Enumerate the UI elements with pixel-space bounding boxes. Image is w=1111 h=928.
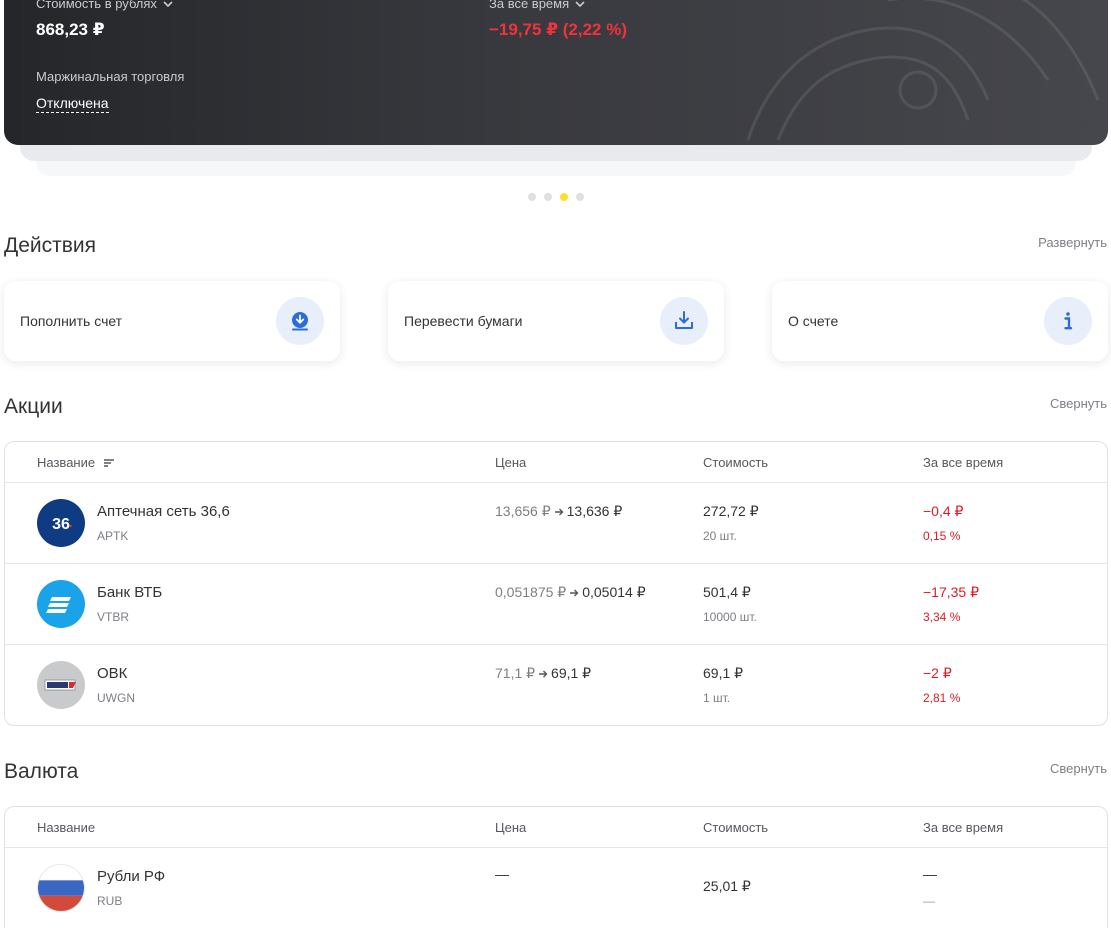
table-row[interactable]: Рубли РФ RUB — 25,01 ₽ — — xyxy=(5,848,1107,928)
account-info-button[interactable]: О счете xyxy=(772,281,1108,361)
alltime-change: −0,4 ₽ xyxy=(923,503,964,519)
margin-status-link[interactable]: Отключена xyxy=(36,95,109,113)
russia-flag-icon xyxy=(37,864,85,912)
position-cost: 501,4 ₽ xyxy=(703,584,751,600)
cost-label[interactable]: Стоимость в рублях xyxy=(36,0,173,11)
tray-download-icon xyxy=(660,297,708,345)
alltime-label[interactable]: За все время xyxy=(489,0,585,11)
price-old: 71,1 ₽ xyxy=(495,665,536,681)
ovk-logo xyxy=(37,661,85,709)
stocks-title: Акции xyxy=(4,395,63,418)
column-header-name: Название xyxy=(37,455,96,470)
column-header-alltime[interactable]: За все время xyxy=(923,455,1003,470)
info-icon xyxy=(1044,297,1092,345)
portfolio-summary-card[interactable]: Стоимость в рублях 868,23 ₽ За все время… xyxy=(4,0,1108,145)
alltime-value: −19,75 ₽ (2,22 %) xyxy=(489,20,627,39)
carousel-pager xyxy=(528,193,584,201)
margin-label: Маржинальная торговля xyxy=(36,69,185,84)
arrow-right-icon xyxy=(554,508,564,515)
sort-icon xyxy=(104,458,115,467)
alltime-label-text: За все время xyxy=(489,0,570,11)
price-new: 0,05014 ₽ xyxy=(582,584,646,600)
price-change: 71,1 ₽ 69,1 ₽ xyxy=(495,665,591,682)
column-header-cost[interactable]: Стоимость xyxy=(703,820,768,835)
pager-dot[interactable] xyxy=(528,193,536,201)
security-name: Банк ВТБ xyxy=(97,584,163,601)
download-circle-icon xyxy=(276,297,324,345)
chevron-down-icon xyxy=(163,0,173,7)
top-up-account-button[interactable]: Пополнить счет xyxy=(4,281,340,361)
currency-table: Название Цена Стоимость За все время Руб… xyxy=(4,806,1108,928)
vtb-logo xyxy=(37,580,85,628)
action-label: Пополнить счет xyxy=(20,313,123,329)
alltime-change-percent: 2,81 % xyxy=(923,691,961,705)
alltime-change: −17,35 ₽ xyxy=(923,584,980,600)
alltime-change-percent: 3,34 % xyxy=(923,610,961,624)
position-quantity: 10000 шт. xyxy=(703,610,757,624)
column-header-price[interactable]: Цена xyxy=(495,455,526,470)
position-cost: 272,72 ₽ xyxy=(703,503,759,519)
stocks-table: Название Цена Стоимость За все время 36 … xyxy=(4,441,1108,726)
table-header: Название Цена Стоимость За все время xyxy=(5,807,1107,848)
column-header-name[interactable]: Название xyxy=(37,820,95,835)
price-new: 69,1 ₽ xyxy=(551,665,592,681)
position-cost: 25,01 ₽ xyxy=(703,878,751,894)
action-label: Перевести бумаги xyxy=(404,313,523,329)
price-old: 0,051875 ₽ xyxy=(495,584,567,600)
price-new: 13,636 ₽ xyxy=(566,503,623,519)
security-name: Аптечная сеть 36,6 xyxy=(97,503,230,520)
security-ticker: VTBR xyxy=(97,610,130,624)
actions-title: Действия xyxy=(4,234,97,257)
cost-label-text: Стоимость в рублях xyxy=(36,0,157,11)
price-change: 13,656 ₽ 13,636 ₽ xyxy=(495,503,622,520)
security-name: Рубли РФ xyxy=(97,868,166,885)
table-row[interactable]: ОВК UWGN 71,1 ₽ 69,1 ₽ 69,1 ₽ 1 шт. −2 ₽… xyxy=(5,645,1107,725)
security-ticker: UWGN xyxy=(97,691,135,705)
table-row[interactable]: 36 Аптечная сеть 36,6 APTK 13,656 ₽ 13,6… xyxy=(5,483,1107,564)
svg-text:36: 36 xyxy=(52,516,70,533)
transfer-securities-button[interactable]: Перевести бумаги xyxy=(388,281,724,361)
pager-dot-active[interactable] xyxy=(560,193,568,201)
position-quantity: 1 шт. xyxy=(703,691,731,705)
security-ticker: RUB xyxy=(97,894,123,908)
action-label: О счете xyxy=(788,313,839,329)
column-header-cost[interactable]: Стоимость xyxy=(703,455,768,470)
pharmacy-36-6-logo: 36 xyxy=(37,499,85,547)
price-old: 13,656 ₽ xyxy=(495,503,551,519)
security-ticker: APTK xyxy=(97,529,129,543)
alltime-change: −2 ₽ xyxy=(923,665,952,681)
alltime-change-percent: — xyxy=(923,894,935,908)
table-header: Название Цена Стоимость За все время xyxy=(5,442,1107,483)
column-name-sort[interactable]: Название xyxy=(37,455,115,470)
alltime-change-percent: 0,15 % xyxy=(923,529,961,543)
column-header-price[interactable]: Цена xyxy=(495,820,526,835)
currency-title: Валюта xyxy=(4,760,79,783)
arrow-right-icon xyxy=(570,589,579,596)
decorative-pattern-icon xyxy=(746,0,1100,141)
pager-dot[interactable] xyxy=(544,193,552,201)
stocks-collapse-button[interactable]: Свернуть xyxy=(1050,396,1107,411)
price-change: 0,051875 ₽ 0,05014 ₽ xyxy=(495,584,646,601)
position-cost: 69,1 ₽ xyxy=(703,665,744,681)
column-header-alltime[interactable]: За все время xyxy=(923,820,1003,835)
cost-value: 868,23 ₽ xyxy=(36,20,105,39)
actions-expand-button[interactable]: Развернуть xyxy=(1038,235,1107,250)
chevron-down-icon xyxy=(575,0,585,7)
table-row[interactable]: Банк ВТБ VTBR 0,051875 ₽ 0,05014 ₽ 501,4… xyxy=(5,564,1107,645)
alltime-change: — xyxy=(923,866,937,882)
currency-collapse-button[interactable]: Свернуть xyxy=(1050,761,1107,776)
price-value: — xyxy=(495,866,509,882)
arrow-right-icon xyxy=(539,670,548,677)
pager-dot[interactable] xyxy=(576,193,584,201)
position-quantity: 20 шт. xyxy=(703,529,737,543)
security-name: ОВК xyxy=(97,665,128,682)
